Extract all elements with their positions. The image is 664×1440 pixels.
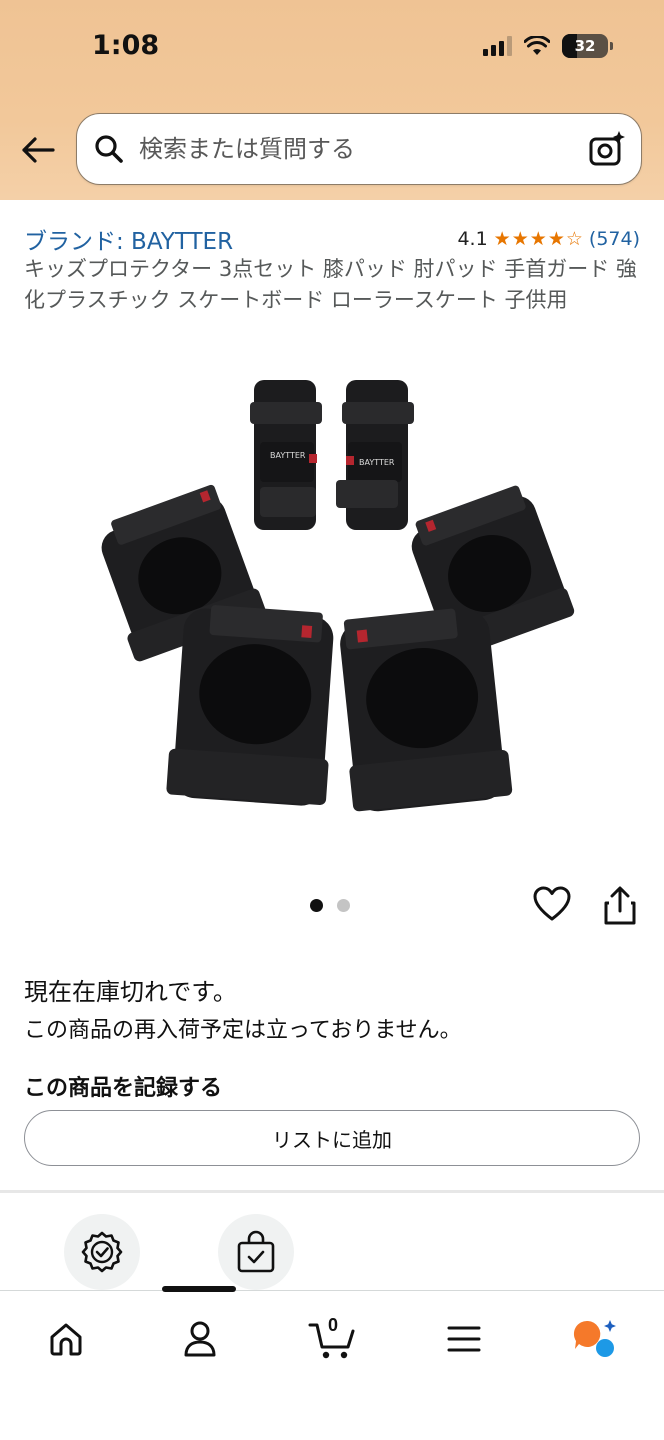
- rating-count[interactable]: (574): [589, 228, 640, 250]
- nav-rufus[interactable]: [566, 1313, 626, 1365]
- menu-icon: [447, 1326, 481, 1352]
- star-empty-icon: ☆: [565, 227, 583, 250]
- nav-cart[interactable]: 0: [303, 1313, 363, 1365]
- cellular-signal-icon: [483, 36, 512, 56]
- carousel-dot-active[interactable]: [310, 899, 323, 912]
- star-full-icon: ★: [547, 227, 565, 250]
- home-icon: [50, 1323, 82, 1356]
- share-button[interactable]: [600, 885, 640, 927]
- verified-seal-icon: [81, 1231, 123, 1273]
- battery-icon: 32: [562, 34, 613, 58]
- wishlist-button[interactable]: [532, 884, 572, 924]
- rating[interactable]: 4.1 ★ ★ ★ ★ ☆ (574): [457, 228, 640, 250]
- add-to-list-button[interactable]: リストに追加: [24, 1110, 640, 1166]
- account-icon: [184, 1321, 216, 1357]
- image-carousel-indicator: [310, 899, 350, 912]
- knee-pad-left: [166, 605, 334, 806]
- header: 1:08 32: [0, 0, 664, 200]
- product-image[interactable]: BAYTTER BAYTTER: [84, 362, 580, 842]
- svg-text:BAYTTER: BAYTTER: [270, 451, 306, 460]
- cart-count: 0: [328, 1315, 339, 1335]
- rating-value: 4.1: [457, 228, 488, 250]
- knee-pad-right: [340, 608, 513, 812]
- svg-text:BAYTTER: BAYTTER: [359, 458, 395, 467]
- carousel-dot[interactable]: [337, 899, 350, 912]
- wrist-guard-right: BAYTTER: [336, 380, 414, 530]
- stock-status: 現在在庫切れです。: [24, 978, 237, 1006]
- nav-home[interactable]: [36, 1313, 96, 1365]
- brand-link[interactable]: ブランド: BAYTTER: [24, 222, 233, 256]
- heart-icon: [533, 886, 571, 921]
- search-icon: [93, 133, 125, 165]
- product-title: キッズプロテクター 3点セット 膝パッド 肘パッド 手首ガード 強化プラスチック…: [24, 257, 637, 312]
- status-icons: 32: [483, 34, 613, 58]
- brand-rating-row: ブランド: BAYTTER 4.1 ★ ★ ★ ★ ☆ (574): [24, 222, 640, 256]
- camera-search-icon[interactable]: [587, 129, 627, 169]
- search-bar[interactable]: [76, 113, 642, 185]
- bottom-nav: 0: [0, 1290, 664, 1440]
- rating-stars: ★ ★ ★ ★ ☆: [493, 227, 583, 250]
- back-arrow-icon: [22, 137, 55, 163]
- share-icon: [604, 886, 636, 925]
- status-time: 1:08: [92, 30, 160, 61]
- battery-level: 32: [574, 37, 596, 55]
- star-full-icon: ★: [529, 227, 547, 250]
- search-input[interactable]: [139, 135, 587, 163]
- section-divider: [0, 1190, 664, 1193]
- star-full-icon: ★: [493, 227, 511, 250]
- rufus-icon: [573, 1320, 616, 1357]
- wifi-icon: [524, 36, 550, 55]
- record-heading: この商品を記録する: [24, 1076, 223, 1101]
- secure-purchase-badge[interactable]: [218, 1214, 294, 1290]
- nav-menu[interactable]: [434, 1313, 494, 1365]
- restock-message: この商品の再入荷予定は立っておりません。: [24, 1018, 462, 1043]
- verified-badge[interactable]: [64, 1214, 140, 1290]
- wrist-guard-left: BAYTTER: [250, 380, 322, 530]
- back-button[interactable]: [18, 132, 58, 168]
- home-indicator: [162, 1286, 236, 1292]
- star-full-icon: ★: [511, 227, 529, 250]
- shopping-bag-check-icon: [237, 1230, 275, 1273]
- nav-account[interactable]: [170, 1313, 230, 1365]
